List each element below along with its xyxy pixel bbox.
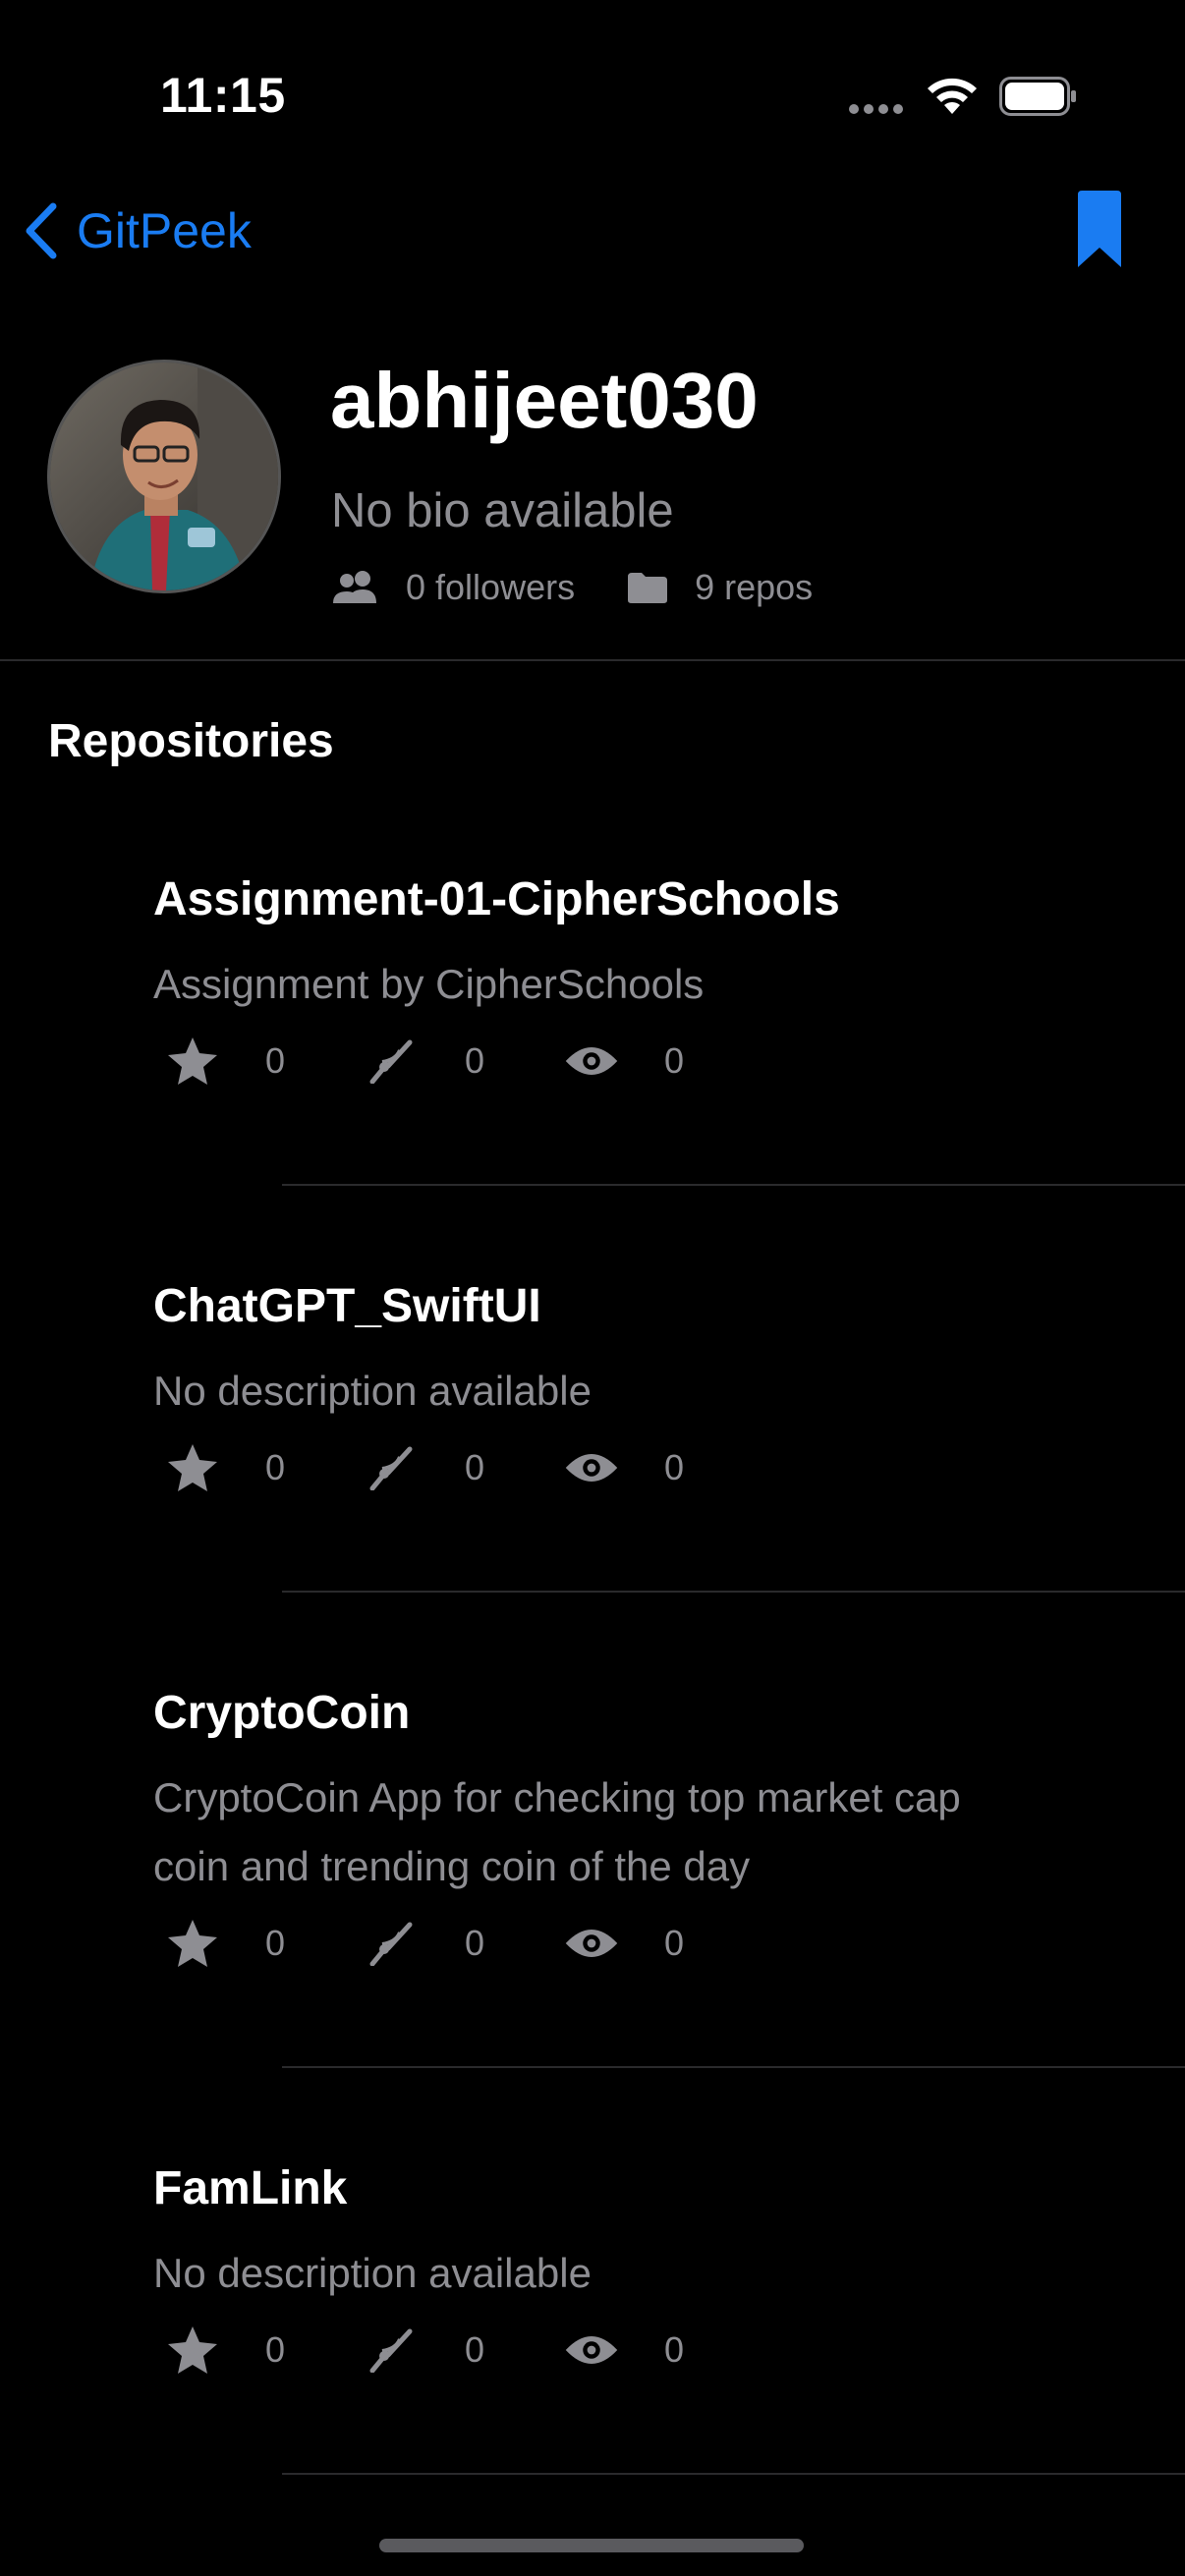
chevron-left-icon bbox=[26, 202, 57, 259]
wifi-icon bbox=[928, 78, 977, 114]
followers-count: 0 followers bbox=[406, 567, 576, 607]
people-icon bbox=[333, 571, 376, 603]
repo-stats: 0 0 0 bbox=[165, 1916, 705, 1971]
row-divider bbox=[282, 2473, 1185, 2475]
repos-stat: 9 repos bbox=[626, 567, 813, 608]
repo-row[interactable]: ChatGPT_SwiftUI No description available… bbox=[0, 1252, 1185, 1593]
repo-description: No description available bbox=[153, 1368, 592, 1414]
repo-description: CryptoCoin App for checking top market c… bbox=[153, 1774, 961, 1889]
repo-row[interactable]: Assignment-01-CipherSchools Assignment b… bbox=[0, 845, 1185, 1186]
repo-stats: 0 0 0 bbox=[165, 1034, 705, 1089]
repo-name: CryptoCoin bbox=[153, 1687, 411, 1739]
forks-count: 0 bbox=[464, 1040, 485, 1081]
stars-count: 0 bbox=[264, 1447, 286, 1487]
cellular-signal-icon bbox=[849, 104, 908, 114]
forks-count: 0 bbox=[464, 2329, 485, 2370]
back-button[interactable]: GitPeek bbox=[22, 196, 252, 265]
eye-icon bbox=[564, 1924, 619, 1963]
eye-icon bbox=[564, 1448, 619, 1487]
back-button-label: GitPeek bbox=[77, 203, 252, 258]
star-icon bbox=[165, 1036, 220, 1086]
fork-icon bbox=[365, 1038, 420, 1084]
forks-count: 0 bbox=[464, 1447, 485, 1487]
repo-row[interactable]: FamLink No description available 0 0 0 bbox=[0, 2134, 1185, 2475]
fork-icon bbox=[365, 2327, 420, 2373]
stars-count: 0 bbox=[264, 2329, 286, 2370]
avatar bbox=[47, 360, 281, 593]
profile-username: abhijeet030 bbox=[330, 357, 759, 444]
header-divider bbox=[0, 659, 1185, 661]
eye-icon bbox=[564, 1041, 619, 1081]
star-icon bbox=[165, 1443, 220, 1492]
repo-description: Assignment by CipherSchools bbox=[153, 961, 705, 1007]
watchers-count: 0 bbox=[663, 1447, 685, 1487]
repo-stats: 0 0 0 bbox=[165, 2323, 705, 2378]
followers-stat: 0 followers bbox=[331, 567, 575, 608]
eye-icon bbox=[564, 2330, 619, 2370]
row-divider bbox=[282, 1184, 1185, 1186]
repo-name: FamLink bbox=[153, 2162, 348, 2214]
folder-icon bbox=[628, 573, 668, 603]
profile-stats: 0 followers 9 repos bbox=[331, 562, 813, 613]
watchers-count: 0 bbox=[663, 1040, 685, 1081]
home-indicator[interactable] bbox=[379, 2539, 804, 2552]
watchers-count: 0 bbox=[663, 1923, 685, 1963]
stars-count: 0 bbox=[264, 1040, 286, 1081]
fork-icon bbox=[365, 1445, 420, 1490]
row-divider bbox=[282, 1591, 1185, 1593]
profile-bio: No bio available bbox=[331, 484, 674, 537]
repos-count: 9 repos bbox=[695, 567, 814, 607]
fork-icon bbox=[365, 1921, 420, 1966]
forks-count: 0 bbox=[464, 1923, 485, 1963]
star-icon bbox=[165, 1919, 220, 1968]
row-divider bbox=[282, 2066, 1185, 2068]
stars-count: 0 bbox=[264, 1923, 286, 1963]
watchers-count: 0 bbox=[663, 2329, 685, 2370]
battery-icon bbox=[999, 77, 1076, 116]
repo-name: Assignment-01-CipherSchools bbox=[153, 873, 840, 925]
repositories-heading: Repositories bbox=[48, 715, 334, 767]
bookmark-icon[interactable] bbox=[1074, 191, 1125, 269]
star-icon bbox=[165, 2325, 220, 2375]
repo-row[interactable]: CryptoCoin CryptoCoin App for checking t… bbox=[0, 1658, 1185, 2068]
repo-stats: 0 0 0 bbox=[165, 1440, 705, 1495]
screen: 11:15 GitPeek abhijeet030 No bio availab… bbox=[0, 0, 1185, 2576]
repo-name: ChatGPT_SwiftUI bbox=[153, 1280, 541, 1332]
repo-description: No description available bbox=[153, 2250, 592, 2296]
status-time: 11:15 bbox=[160, 68, 286, 123]
